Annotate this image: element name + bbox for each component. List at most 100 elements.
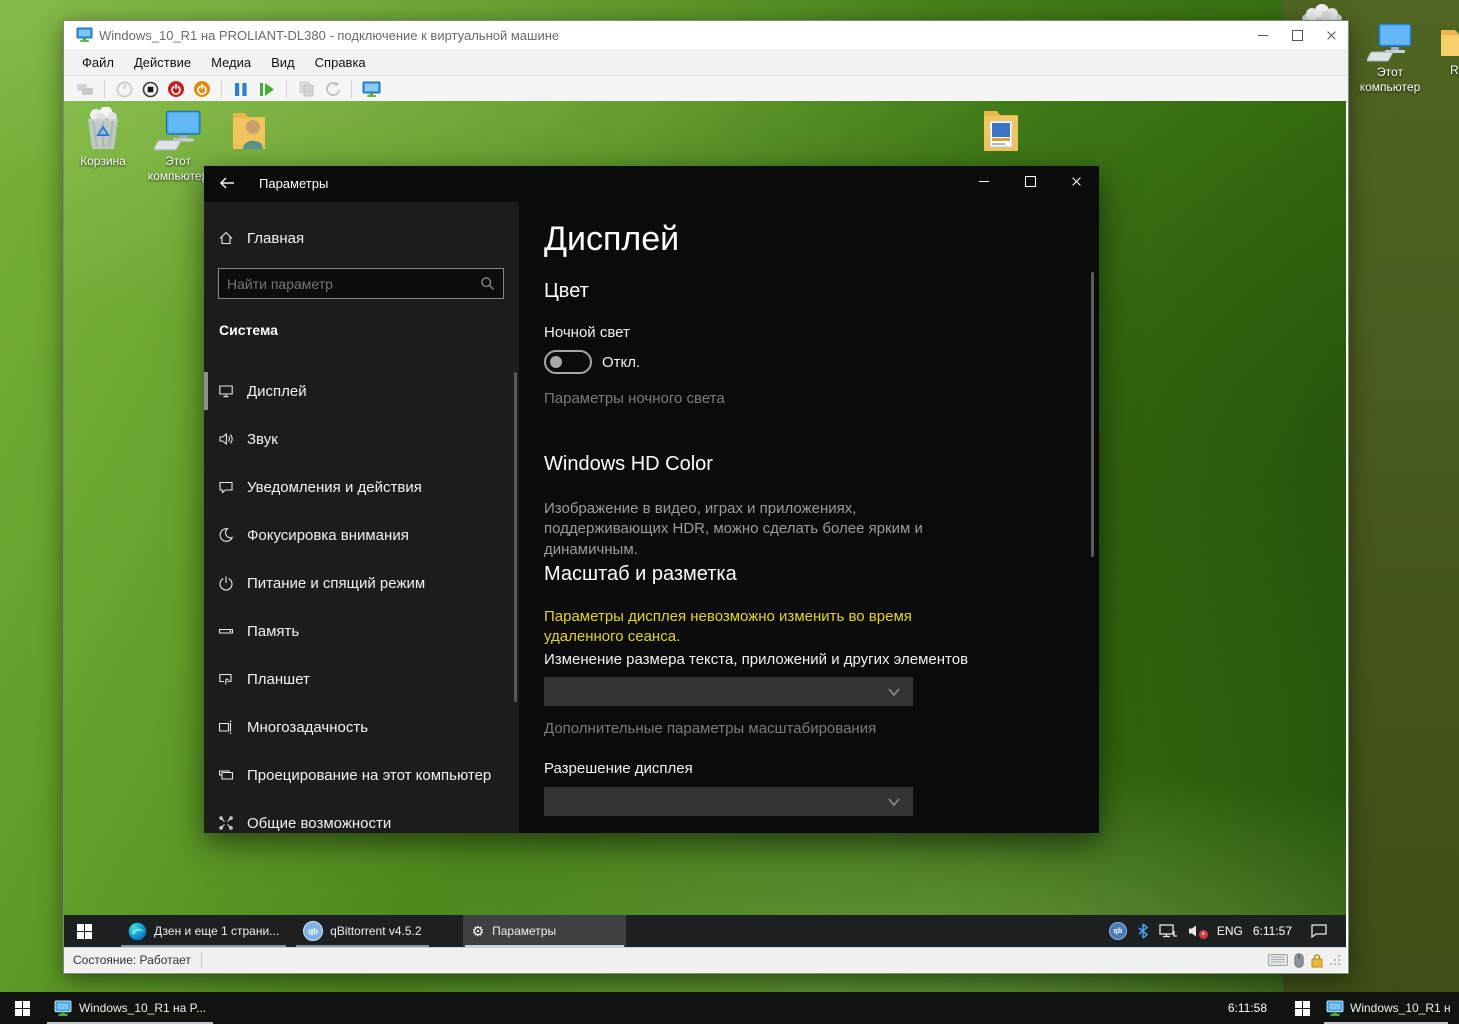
sidebar-item-focus-assist[interactable]: Фокусировка внимания [204, 511, 519, 559]
window-title: Windows_10_R1 на PROLIANT-DL380 - подклю… [99, 28, 559, 43]
vm-status-text: Состояние: Работает [73, 953, 191, 967]
back-icon[interactable] [218, 175, 236, 191]
menu-media[interactable]: Медиа [201, 51, 261, 74]
folder-icon [1439, 22, 1459, 60]
pause-vm-icon[interactable] [231, 79, 251, 99]
settings-close-button[interactable] [1053, 166, 1099, 196]
monitor2-folder-icon[interactable]: Ron [1431, 22, 1459, 78]
settings-titlebar[interactable]: Параметры [204, 166, 1099, 202]
hyperv-titlebar[interactable]: Windows_10_R1 на PROLIANT-DL380 - подклю… [64, 21, 1348, 49]
sidebar-item-power-sleep[interactable]: Питание и спящий режим [204, 559, 519, 607]
settings-app-title: Параметры [259, 176, 328, 191]
action-center-icon[interactable] [1310, 923, 1328, 939]
settings-window: Параметры Главная [204, 166, 1099, 833]
revert-icon[interactable] [322, 79, 342, 99]
vm-screen: Корзина Этот компьютер [64, 101, 1346, 947]
ctrl-alt-del-icon[interactable] [75, 79, 95, 99]
enhanced-session-icon[interactable] [361, 79, 381, 99]
gear-icon: ⚙ [472, 924, 485, 938]
hyperv-menubar: Файл Действие Медиа Вид Справка [64, 49, 1348, 76]
maximize-button[interactable] [1280, 24, 1314, 46]
monitor2-this-pc-icon[interactable]: Этот компьютер [1347, 22, 1433, 95]
close-button[interactable] [1314, 24, 1348, 46]
sidebar-item-display[interactable]: Дисплей [204, 367, 519, 415]
minimize-button[interactable] [1246, 24, 1280, 46]
scale-section-header: Масштаб и разметка [544, 563, 737, 586]
qbittorrent-tray-icon[interactable]: qb [1109, 922, 1127, 940]
hyperv-window: Windows_10_R1 на PROLIANT-DL380 - подклю… [63, 20, 1349, 974]
host2-start-button[interactable] [1283, 992, 1322, 1024]
hyperv-statusbar: Состояние: Работает [64, 947, 1346, 972]
sidebar-item-home[interactable]: Главная [204, 222, 519, 254]
checkpoint-icon[interactable] [296, 79, 316, 99]
sidebar-item-projecting[interactable]: Проецирование на этот компьютер [204, 751, 519, 799]
vm-taskbar-item-qbittorrent[interactable]: qb qBittorrent v4.5.2 [294, 915, 430, 947]
projecting-icon [218, 767, 234, 783]
moon-icon [218, 527, 234, 543]
start-vm-icon[interactable] [114, 79, 134, 99]
power-icon [218, 575, 234, 591]
vm-recycle-bin-icon[interactable]: Корзина [64, 107, 146, 169]
volume-muted-icon[interactable]: × [1188, 923, 1207, 939]
sidebar-item-sound[interactable]: Звук [204, 415, 519, 463]
settings-search-box[interactable] [218, 268, 504, 299]
night-light-toggle[interactable] [544, 350, 592, 374]
night-light-label: Ночной свет [544, 324, 630, 341]
sound-icon [218, 431, 234, 447]
keyboard-status-icon [1268, 954, 1288, 966]
menu-file[interactable]: Файл [72, 51, 124, 74]
remote-session-warning: Параметры дисплея невозможно изменить во… [544, 607, 978, 648]
vm-clock[interactable]: 6:11:57 [1253, 924, 1292, 938]
vm-start-button[interactable] [64, 915, 105, 947]
content-scrollbar[interactable] [1091, 272, 1094, 557]
settings-maximize-button[interactable] [1007, 166, 1053, 196]
sidebar-scrollbar[interactable] [514, 372, 517, 702]
mouse-status-icon [1294, 953, 1304, 968]
host2-taskbar-item-vmconnect[interactable]: Windows_10_R1 на P... [1322, 992, 1450, 1024]
settings-sidebar: Главная Система Дисплей [204, 202, 519, 833]
night-light-state: Откл. [602, 354, 640, 371]
bluetooth-icon[interactable] [1137, 923, 1149, 939]
turn-off-vm-icon[interactable] [140, 79, 160, 99]
host-taskbar-item-vmconnect[interactable]: Windows_10_R1 на P... [45, 992, 215, 1024]
sidebar-item-storage[interactable]: Память [204, 607, 519, 655]
vmconnect-icon [1326, 1000, 1344, 1017]
sidebar-item-shared-experiences[interactable]: Общие возможности [204, 799, 519, 847]
sidebar-item-notifications[interactable]: Уведомления и действия [204, 463, 519, 511]
vm-taskbar-item-edge[interactable]: Дзен и еще 1 страни... [119, 915, 288, 947]
home-icon [218, 230, 234, 246]
lock-status-icon [1310, 953, 1324, 968]
tablet-icon [218, 671, 234, 687]
search-icon[interactable] [480, 276, 495, 291]
advanced-scaling-link[interactable]: Дополнительные параметры масштабирования [544, 720, 876, 737]
settings-window-controls [961, 166, 1099, 196]
window-controls [1246, 24, 1348, 46]
vm-taskbar-item-settings[interactable]: ⚙ Параметры [463, 915, 626, 947]
settings-minimize-button[interactable] [961, 166, 1007, 196]
resume-vm-icon[interactable] [257, 79, 277, 99]
save-vm-icon[interactable] [192, 79, 212, 99]
shut-down-vm-icon[interactable] [166, 79, 186, 99]
resize-grip[interactable] [1330, 955, 1340, 965]
language-indicator[interactable]: ENG [1217, 924, 1243, 938]
vm-user-folder-icon[interactable] [216, 107, 280, 153]
scale-dropdown[interactable] [544, 677, 913, 706]
host-clock[interactable]: 6:11:58 [1228, 1001, 1267, 1015]
menu-view[interactable]: Вид [261, 51, 305, 74]
shared-experiences-icon [218, 815, 234, 831]
sidebar-item-multitasking[interactable]: Многозадачность [204, 703, 519, 751]
sidebar-item-tablet[interactable]: Планшет [204, 655, 519, 703]
screen-root: Этот компьютер Ron Windows_10_R1 на PROL… [0, 0, 1459, 1024]
search-input[interactable] [225, 270, 469, 297]
vm-media-folder-icon[interactable] [969, 107, 1033, 155]
network-icon[interactable] [1159, 923, 1178, 939]
icon-label: Корзина [80, 154, 126, 169]
menu-action[interactable]: Действие [124, 51, 201, 74]
host-start-button[interactable] [0, 992, 45, 1024]
menu-help[interactable]: Справка [305, 51, 376, 74]
host-taskbar-monitor2: Windows_10_R1 на P... [1283, 992, 1459, 1024]
color-section-header: Цвет [544, 280, 589, 303]
night-light-settings-link[interactable]: Параметры ночного света [544, 390, 725, 407]
host-taskbar: Windows_10_R1 на P... 6:11:58 [0, 992, 1283, 1024]
resolution-dropdown[interactable] [544, 787, 913, 816]
